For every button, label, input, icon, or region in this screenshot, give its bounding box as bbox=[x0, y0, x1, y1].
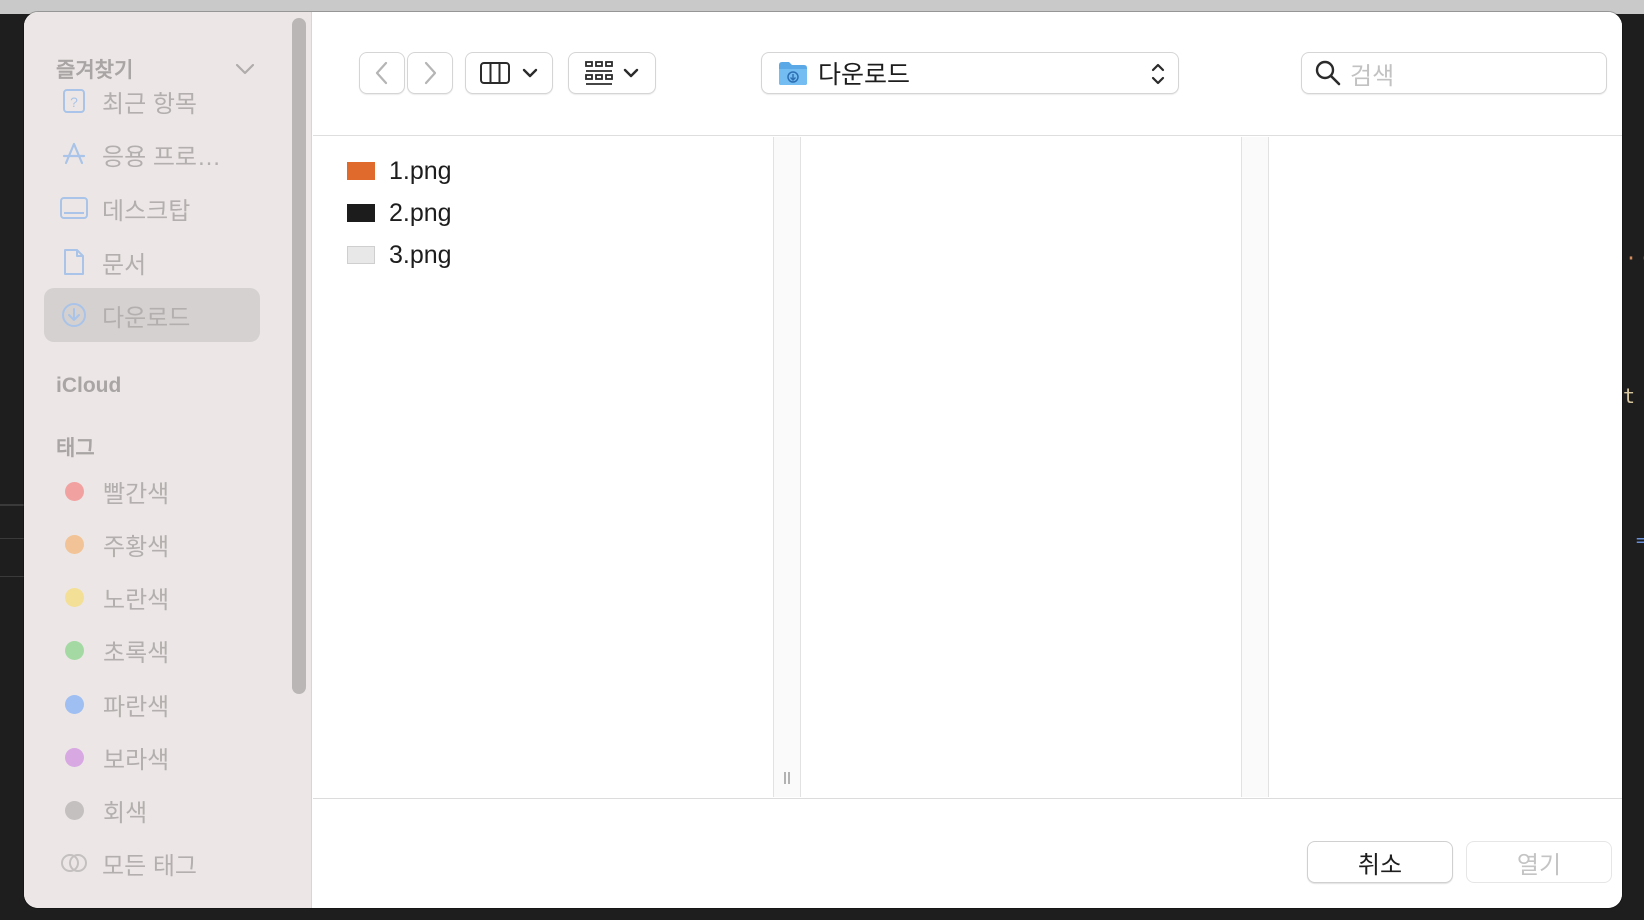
sidebar-item-label: 데스크탑 bbox=[102, 197, 191, 225]
file-name: 1.png bbox=[389, 156, 452, 185]
svg-text:?: ? bbox=[70, 94, 78, 110]
background-divider bbox=[0, 504, 24, 506]
recents-icon: ? bbox=[60, 87, 88, 115]
sidebar-item-label: 응용 프로… bbox=[102, 143, 221, 171]
sidebar-item-label: 모든 태그 bbox=[102, 852, 197, 880]
image-thumbnail-icon bbox=[347, 204, 375, 222]
empty-column bbox=[801, 137, 1241, 797]
sidebar-tag-yellow[interactable]: 노란색 bbox=[44, 570, 260, 624]
file-column: 1.png 2.png 3.png bbox=[313, 137, 773, 797]
sidebar-tag-orange[interactable]: 주황색 bbox=[44, 517, 260, 571]
sidebar-scrollbar[interactable] bbox=[288, 18, 306, 698]
cancel-button[interactable]: 취소 bbox=[1307, 841, 1453, 883]
forward-button[interactable] bbox=[407, 52, 453, 94]
all-tags-icon bbox=[60, 849, 88, 877]
orange-tag-dot-icon bbox=[65, 534, 84, 554]
sidebar-tag-all[interactable]: 모든 태그 bbox=[44, 836, 260, 890]
blue-tag-dot-icon bbox=[65, 694, 84, 714]
view-mode-columns-button[interactable] bbox=[465, 52, 553, 94]
file-browser: 1.png 2.png 3.png bbox=[313, 137, 1622, 797]
file-name: 3.png bbox=[389, 240, 452, 269]
sidebar-tag-purple[interactable]: 보라색 bbox=[44, 730, 260, 784]
dialog-footer: 취소 열기 bbox=[313, 798, 1622, 908]
sidebar-tag-green[interactable]: 초록색 bbox=[44, 623, 260, 677]
grid-group-icon bbox=[585, 61, 613, 85]
image-thumbnail-icon bbox=[347, 246, 375, 264]
search-icon bbox=[1315, 60, 1341, 86]
column-resize-divider[interactable] bbox=[1241, 137, 1269, 797]
search-field[interactable]: 검색 bbox=[1301, 52, 1607, 94]
sidebar-item-label: 파란색 bbox=[103, 693, 170, 721]
gray-tag-dot-icon bbox=[65, 800, 84, 820]
sidebar-item-label: 최근 항목 bbox=[102, 90, 197, 118]
background-code-fragment: t bbox=[1623, 384, 1636, 408]
up-down-arrows-icon bbox=[1151, 63, 1165, 85]
sidebar-tag-red[interactable]: 빨간색 bbox=[44, 464, 260, 518]
sidebar-tag-blue[interactable]: 파란색 bbox=[44, 677, 260, 731]
sidebar-item-label: 빨간색 bbox=[103, 480, 170, 508]
purple-tag-dot-icon bbox=[65, 747, 84, 767]
document-icon bbox=[60, 248, 88, 276]
tags-section-title: 태그 bbox=[56, 437, 95, 460]
resize-grip-icon[interactable] bbox=[783, 771, 791, 785]
scrollbar-thumb[interactable] bbox=[292, 18, 306, 694]
file-item[interactable]: 3.png bbox=[347, 237, 452, 273]
sidebar-item-documents[interactable]: 문서 bbox=[44, 235, 260, 289]
empty-column bbox=[1269, 137, 1622, 797]
downloads-folder-icon bbox=[779, 62, 807, 85]
search-placeholder: 검색 bbox=[1350, 62, 1395, 90]
sidebar-item-label: 회색 bbox=[103, 799, 148, 827]
background-code-fragment: = bbox=[1636, 530, 1644, 551]
file-item[interactable]: 2.png bbox=[347, 195, 452, 231]
sidebar-item-downloads[interactable]: 다운로드 bbox=[44, 288, 260, 342]
location-label: 다운로드 bbox=[818, 61, 911, 89]
column-resize-divider[interactable] bbox=[773, 137, 801, 797]
sidebar-item-label: 보라색 bbox=[103, 746, 170, 774]
open-file-dialog: 즐겨찾기 ? 최근 항목 응용 프로… 데스크탑 문서 다운로드 iCloud … bbox=[24, 12, 1622, 908]
icloud-section-title[interactable]: iCloud bbox=[56, 374, 121, 398]
sidebar-item-label: 문서 bbox=[102, 251, 147, 279]
sidebar-item-desktop[interactable]: 데스크탑 bbox=[44, 181, 260, 235]
group-items-button[interactable] bbox=[568, 52, 656, 94]
file-item[interactable]: 1.png bbox=[347, 153, 452, 189]
downloads-icon bbox=[60, 301, 88, 329]
yellow-tag-dot-icon bbox=[65, 587, 84, 607]
sidebar-item-label: 다운로드 bbox=[102, 304, 191, 332]
back-button[interactable] bbox=[359, 52, 405, 94]
chevron-down-icon bbox=[522, 68, 538, 78]
sidebar-item-label: 노란색 bbox=[103, 586, 170, 614]
red-tag-dot-icon bbox=[65, 481, 84, 501]
sidebar-item-recents[interactable]: ? 최근 항목 bbox=[44, 74, 260, 128]
green-tag-dot-icon bbox=[65, 640, 84, 660]
image-thumbnail-icon bbox=[347, 162, 375, 180]
sidebar: 즐겨찾기 ? 최근 항목 응용 프로… 데스크탑 문서 다운로드 iCloud … bbox=[24, 12, 312, 908]
background-divider bbox=[0, 576, 24, 577]
chevron-left-icon bbox=[375, 61, 388, 85]
desktop-icon bbox=[60, 194, 88, 222]
sidebar-item-applications[interactable]: 응용 프로… bbox=[44, 127, 260, 181]
sidebar-tag-gray[interactable]: 회색 bbox=[44, 783, 260, 837]
toolbar: 다운로드 검색 bbox=[313, 12, 1622, 136]
applications-icon bbox=[60, 140, 88, 168]
columns-view-icon bbox=[480, 62, 510, 84]
file-name: 2.png bbox=[389, 198, 452, 227]
chevron-down-icon bbox=[623, 68, 639, 78]
background-divider bbox=[0, 538, 24, 539]
chevron-right-icon bbox=[424, 61, 437, 85]
background-code-fragment: ·· bbox=[1625, 246, 1644, 270]
location-popup[interactable]: 다운로드 bbox=[761, 52, 1179, 94]
sidebar-item-label: 초록색 bbox=[103, 639, 170, 667]
sidebar-item-label: 주황색 bbox=[103, 533, 170, 561]
open-button[interactable]: 열기 bbox=[1466, 841, 1612, 883]
